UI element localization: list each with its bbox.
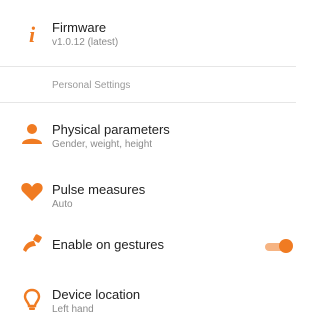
- enable-on-gestures-row[interactable]: Enable on gestures: [0, 232, 296, 262]
- firmware-row[interactable]: i Firmware v1.0.12 (latest): [0, 16, 296, 56]
- toggle-knob: [279, 239, 293, 253]
- pulse-measures-row[interactable]: Pulse measures Auto: [0, 176, 296, 216]
- settings-screen: i Firmware v1.0.12 (latest) Personal Set…: [0, 0, 296, 327]
- enable-on-gestures-title: Enable on gestures: [52, 237, 165, 252]
- section-header-personal-settings: Personal Settings: [52, 80, 131, 91]
- firmware-version: v1.0.12 (latest): [52, 37, 119, 48]
- physical-parameters-row[interactable]: Physical parameters Gender, weight, heig…: [0, 116, 296, 156]
- physical-parameters-title: Physical parameters: [52, 122, 170, 137]
- info-icon: i: [20, 22, 44, 46]
- pulse-measures-title: Pulse measures: [52, 182, 146, 197]
- pulse-measures-subtitle: Auto: [52, 199, 73, 210]
- gestures-toggle[interactable]: [263, 239, 293, 253]
- svg-text:i: i: [29, 22, 36, 46]
- location-pin-icon: [20, 288, 44, 312]
- device-location-row[interactable]: Device location Left hand: [0, 282, 296, 322]
- divider: [0, 66, 296, 67]
- divider: [0, 102, 296, 103]
- device-location-title: Device location: [52, 287, 141, 302]
- firmware-title: Firmware: [52, 20, 107, 35]
- device-location-subtitle: Left hand: [52, 304, 94, 315]
- physical-parameters-subtitle: Gender, weight, height: [52, 139, 153, 150]
- gesture-icon: [20, 232, 44, 256]
- heart-icon: [20, 180, 44, 204]
- person-icon: [20, 122, 44, 146]
